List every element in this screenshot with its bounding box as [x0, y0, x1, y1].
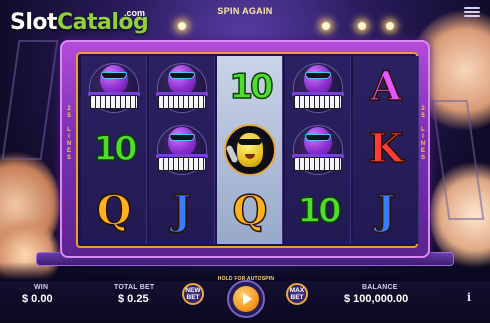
symbol-k: K — [368, 125, 404, 172]
reel-cell — [217, 118, 283, 180]
plum-keyboard-symbol — [153, 121, 211, 177]
reel-cell — [81, 56, 147, 118]
new-bet-label: NEW BET — [185, 287, 201, 301]
play-icon — [243, 293, 252, 305]
symbol-q: Q — [232, 187, 268, 234]
stage-light — [386, 22, 394, 30]
stage-truss-left — [1, 40, 59, 160]
spin-button[interactable] — [233, 286, 259, 312]
reel-cell: Q — [217, 180, 283, 242]
plum-keyboard-symbol — [289, 121, 347, 177]
logo-word-slot: Slot — [10, 10, 58, 35]
reel-cell: 10 — [285, 180, 351, 242]
reel-cell — [149, 118, 215, 180]
symbol-10: 10 — [297, 191, 343, 231]
reel-3: 10 Q — [217, 56, 283, 244]
reel-cell — [285, 118, 351, 180]
symbol-j: J — [172, 187, 192, 234]
stage-light — [358, 22, 366, 30]
reel-cell: 10 — [217, 56, 283, 118]
reel-window: 10 Q J 10 Q 10 AKJ — [76, 52, 419, 248]
paylines-sign-text: 25 LINES — [66, 106, 72, 161]
symbol-10: 10 — [93, 129, 139, 169]
reel-cell: J — [353, 180, 419, 242]
total-bet-value: $ 0.25 — [118, 293, 149, 305]
slot-machine-cabinet: 25 LINES 25 LINES 10 Q J 10 Q 10 AKJ — [60, 40, 430, 258]
win-value: $ 0.00 — [22, 293, 53, 305]
max-bet-label: MAX BET — [289, 287, 305, 301]
reel-cell: Q — [81, 180, 147, 242]
new-bet-button[interactable]: NEW BET — [182, 283, 204, 305]
reel-cell: 10 — [81, 118, 147, 180]
symbol-j: J — [376, 187, 396, 234]
symbol-a: A — [370, 63, 403, 110]
plum-keyboard-symbol — [153, 59, 211, 115]
stage-light — [322, 22, 330, 30]
status-message: SPIN AGAIN — [217, 6, 273, 16]
total-bet-label: TOTAL BET — [114, 284, 155, 291]
reel-cell: J — [149, 180, 215, 242]
paylines-sign-right: 25 LINES — [418, 106, 428, 162]
symbol-q: Q — [96, 187, 132, 234]
site-logo: Slot Catalog .com — [10, 8, 149, 40]
plum-keyboard-symbol — [289, 59, 347, 115]
reel-4: 10 — [285, 56, 351, 244]
stage-light — [178, 22, 186, 30]
reel-cell: K — [353, 118, 419, 180]
max-bet-button[interactable]: MAX BET — [286, 283, 308, 305]
paylines-sign-text: 25 LINES — [420, 106, 426, 161]
win-label: WIN — [34, 284, 49, 291]
menu-icon[interactable] — [464, 5, 480, 19]
plum-keyboard-symbol — [85, 59, 143, 115]
reel-cell — [285, 56, 351, 118]
lemon-singer-wild-symbol — [221, 121, 279, 177]
info-icon[interactable]: i — [464, 291, 474, 305]
paylines-sign-left: 25 LINES — [64, 106, 74, 162]
reel-5: AKJ — [353, 56, 419, 244]
reel-cell: A — [353, 56, 419, 118]
reel-cell — [149, 56, 215, 118]
logo-suffix: .com — [124, 8, 146, 18]
balance-value: $ 100,000.00 — [344, 293, 409, 305]
symbol-10: 10 — [229, 67, 275, 107]
balance-label: BALANCE — [362, 284, 398, 291]
reel-2: J — [149, 56, 215, 244]
reel-1: 10 Q — [81, 56, 147, 244]
